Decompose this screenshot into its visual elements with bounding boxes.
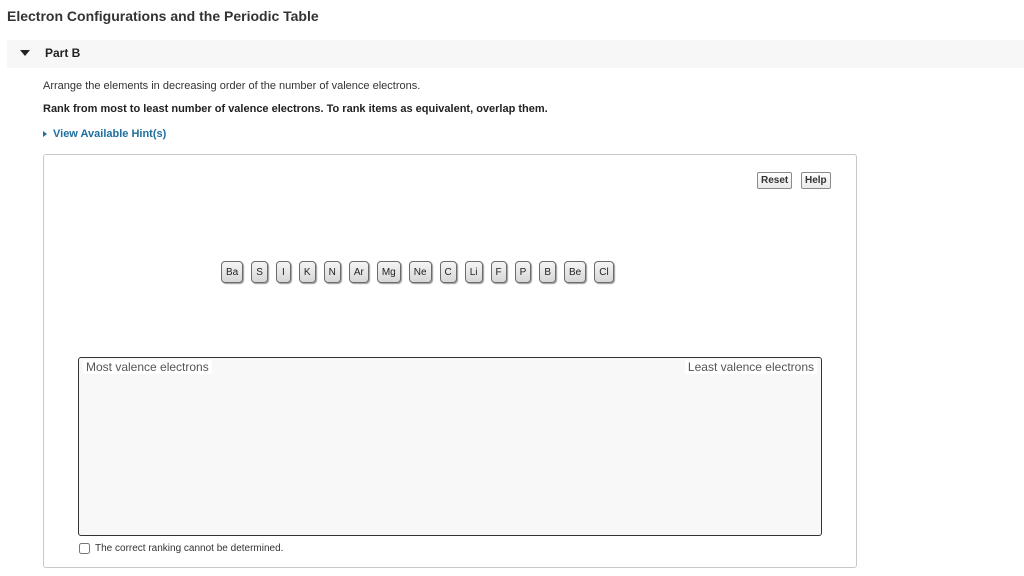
least-valence-label: Least valence electrons	[684, 360, 817, 374]
ranking-panel: Reset Help Ba S I K N Ar Mg Ne C Li F P …	[43, 154, 857, 568]
help-button[interactable]: Help	[801, 172, 831, 189]
element-tile[interactable]: Ba	[221, 261, 244, 283]
element-tile[interactable]: Mg	[376, 261, 401, 283]
element-tiles: Ba S I K N Ar Mg Ne C Li F P B Be Cl	[221, 261, 622, 283]
element-tile[interactable]: F	[490, 261, 507, 283]
view-hints-link[interactable]: View Available Hint(s)	[43, 128, 166, 140]
ranking-drop-zone[interactable]: Most valence electrons Least valence ele…	[78, 357, 822, 536]
caret-right-icon	[43, 131, 47, 137]
element-tile[interactable]: I	[275, 261, 291, 283]
element-tile[interactable]: C	[439, 261, 457, 283]
part-label: Part B	[45, 46, 81, 60]
element-tile[interactable]: N	[323, 261, 341, 283]
element-tile[interactable]: Be	[564, 261, 587, 283]
ranking-rule: Rank from most to least number of valenc…	[43, 103, 548, 115]
element-tile[interactable]: Ne	[408, 261, 432, 283]
reset-button[interactable]: Reset	[757, 172, 793, 189]
page-title: Electron Configurations and the Periodic…	[7, 8, 319, 24]
cannot-determine-checkbox[interactable]	[79, 543, 90, 554]
element-tile[interactable]: S	[251, 261, 268, 283]
cannot-determine-option[interactable]: The correct ranking cannot be determined…	[79, 543, 283, 554]
view-hints-label: View Available Hint(s)	[53, 128, 167, 140]
caret-down-icon[interactable]	[20, 50, 30, 56]
element-tile[interactable]: Cl	[594, 261, 614, 283]
element-tile[interactable]: Ar	[348, 261, 369, 283]
question-instructions: Arrange the elements in decreasing order…	[43, 80, 421, 92]
element-tile[interactable]: K	[298, 261, 316, 283]
element-tile[interactable]: Li	[464, 261, 483, 283]
most-valence-label: Most valence electrons	[83, 360, 212, 374]
cannot-determine-label: The correct ranking cannot be determined…	[95, 543, 284, 554]
element-tile[interactable]: P	[514, 261, 532, 283]
part-header[interactable]: Part B	[7, 40, 1024, 68]
element-tile[interactable]: B	[539, 261, 556, 283]
